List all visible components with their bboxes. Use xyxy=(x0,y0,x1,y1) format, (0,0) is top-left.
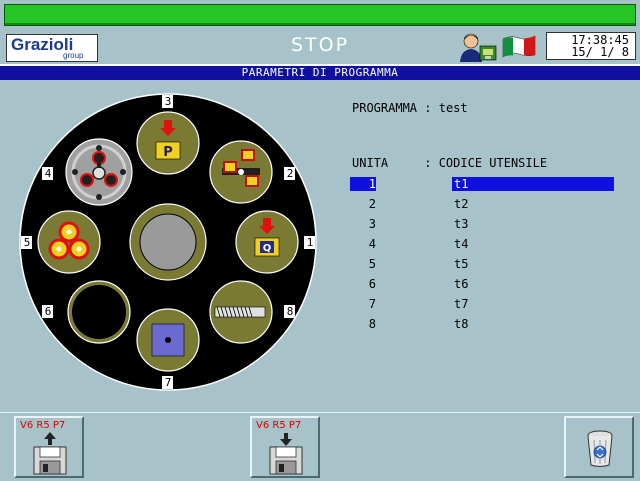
save-program-button[interactable]: V6 R5 P7 xyxy=(14,416,84,478)
position-label: 5 xyxy=(24,236,31,249)
table-header: UNITA : CODICE UTENSILE xyxy=(352,156,547,170)
unit-cell: 7 xyxy=(368,297,376,311)
top-status-area xyxy=(0,0,640,30)
trash-icon xyxy=(587,430,613,467)
turret-center xyxy=(129,203,207,281)
page-title: PARAMETRI DI PROGRAMMA xyxy=(241,66,399,79)
program-value[interactable]: test xyxy=(439,101,468,115)
machine-status-bar xyxy=(4,4,636,26)
unit-cell: 1 xyxy=(350,177,376,191)
col-code-header: : CODICE UTENSILE xyxy=(424,156,548,170)
table-row[interactable]: 8 t8 xyxy=(350,317,614,331)
page-title-bar: PARAMETRI DI PROGRAMMA xyxy=(0,64,640,80)
station-2[interactable] xyxy=(209,140,273,204)
unit-cell: 2 xyxy=(368,197,376,211)
table-row[interactable]: 3 t3 xyxy=(350,217,614,231)
station-1[interactable]: Q xyxy=(235,210,299,274)
save-button-label: V6 R5 P7 xyxy=(20,420,66,431)
unit-cell: 5 xyxy=(368,257,376,271)
tool-code-cell[interactable]: t4 xyxy=(454,237,468,251)
station-4[interactable] xyxy=(65,138,133,206)
tool-code-cell[interactable]: t1 xyxy=(452,177,614,191)
operator-icon[interactable] xyxy=(458,32,500,62)
position-label: 7 xyxy=(165,376,172,389)
position-label: 2 xyxy=(287,167,294,180)
logo-sub: group xyxy=(63,51,84,60)
position-label: 8 xyxy=(287,305,294,318)
tool-code-cell[interactable]: t2 xyxy=(454,197,468,211)
tool-code-cell[interactable]: t6 xyxy=(454,277,468,291)
clock: 17:38:45 15/ 1/ 8 xyxy=(546,32,636,60)
station-3[interactable]: P xyxy=(136,111,200,175)
table-row[interactable]: 5 t5 xyxy=(350,257,614,271)
tool-code-cell[interactable]: t8 xyxy=(454,317,468,331)
position-label: 1 xyxy=(307,236,314,249)
svg-text:P: P xyxy=(163,145,173,160)
load-button-label: V6 R5 P7 xyxy=(256,420,302,431)
col-unit-header: UNITA xyxy=(352,156,389,170)
unit-cell: 4 xyxy=(368,237,376,251)
station-7[interactable] xyxy=(136,308,200,372)
table-row[interactable]: 1 t1 xyxy=(350,177,614,191)
delete-program-button[interactable] xyxy=(564,416,634,478)
program-label: PROGRAMMA xyxy=(352,101,418,115)
machine-status: STOP xyxy=(290,34,350,56)
clock-date: 15/ 1/ 8 xyxy=(571,45,629,59)
bottom-toolbar xyxy=(0,412,640,481)
company-logo: Grazioli group xyxy=(6,34,98,62)
unit-cell: 8 xyxy=(368,317,376,331)
station-8[interactable] xyxy=(209,280,273,344)
unit-cell: 6 xyxy=(368,277,376,291)
svg-text:Q: Q xyxy=(263,243,272,254)
table-row[interactable]: 7 t7 xyxy=(350,297,614,311)
load-program-button[interactable]: V6 R5 P7 xyxy=(250,416,320,478)
tool-code-cell[interactable]: t3 xyxy=(454,217,468,231)
table-row[interactable]: 6 t6 xyxy=(350,277,614,291)
floppy-save-icon xyxy=(33,432,67,475)
station-5[interactable] xyxy=(37,210,101,274)
table-row[interactable]: 2 t2 xyxy=(350,197,614,211)
tool-turret-diagram: P Q 3 2 4 1 5 6 8 7 xyxy=(19,93,317,391)
position-label: 4 xyxy=(45,167,52,180)
position-label: 6 xyxy=(45,305,52,318)
tool-code-cell[interactable]: t5 xyxy=(454,257,468,271)
station-6[interactable] xyxy=(67,280,131,344)
italian-flag-icon[interactable] xyxy=(501,33,537,59)
unit-cell: 3 xyxy=(368,217,376,231)
position-label: 3 xyxy=(165,95,172,108)
table-row[interactable]: 4 t4 xyxy=(350,237,614,251)
program-line: PROGRAMMA : test xyxy=(352,101,468,115)
floppy-load-icon xyxy=(269,433,303,475)
tool-code-cell[interactable]: t7 xyxy=(454,297,468,311)
